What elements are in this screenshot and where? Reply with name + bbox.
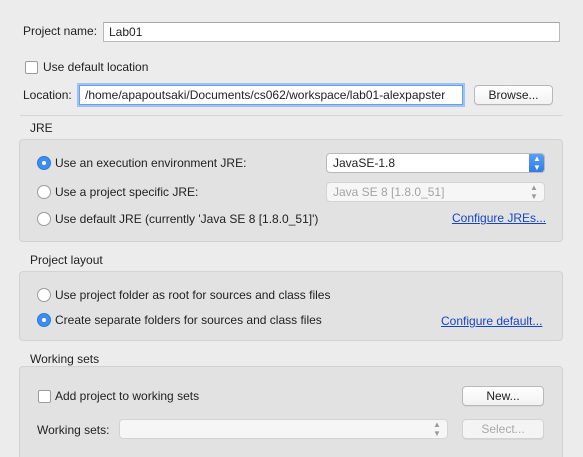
jre-specific-select[interactable]: Java SE 8 [1.8.0_51] ▲ ▼ bbox=[326, 182, 545, 202]
working-sets-select[interactable]: ▲ ▼ bbox=[119, 419, 448, 439]
project-layout-group: Use project folder as root for sources a… bbox=[19, 271, 563, 341]
jre-section-title: JRE bbox=[30, 121, 53, 135]
layout-separate-radio[interactable] bbox=[37, 313, 51, 327]
add-to-working-sets-checkbox[interactable] bbox=[38, 390, 51, 403]
layout-root-label: Use project folder as root for sources a… bbox=[55, 288, 331, 302]
project-layout-section-title: Project layout bbox=[30, 253, 103, 267]
location-input[interactable]: /home/apapoutsaki/Documents/cs062/worksp… bbox=[79, 85, 463, 105]
jre-env-select[interactable]: JavaSE-1.8 ▲ ▼ bbox=[326, 153, 545, 173]
divider bbox=[20, 115, 563, 116]
use-default-location-checkbox[interactable] bbox=[25, 61, 38, 74]
jre-default-label: Use default JRE (currently 'Java SE 8 [1… bbox=[55, 212, 319, 226]
jre-specific-radio[interactable] bbox=[37, 185, 51, 199]
jre-default-radio[interactable] bbox=[37, 212, 51, 226]
jre-specific-label: Use a project specific JRE: bbox=[55, 185, 199, 199]
jre-specific-value: Java SE 8 [1.8.0_51] bbox=[333, 185, 445, 199]
chevron-updown-icon: ▲ ▼ bbox=[433, 420, 441, 438]
configure-default-link[interactable]: Configure default... bbox=[441, 313, 542, 329]
jre-env-label: Use an execution environment JRE: bbox=[55, 156, 247, 170]
jre-env-value: JavaSE-1.8 bbox=[333, 156, 396, 170]
add-to-working-sets-label: Add project to working sets bbox=[55, 389, 200, 403]
working-sets-label: Working sets: bbox=[37, 423, 110, 437]
working-sets-section-title: Working sets bbox=[30, 352, 100, 366]
select-working-sets-button[interactable]: Select... bbox=[462, 419, 544, 439]
project-name-input[interactable]: Lab01 bbox=[103, 22, 560, 42]
chevron-updown-icon: ▲ ▼ bbox=[529, 154, 544, 172]
jre-group: Use an execution environment JRE: JavaSE… bbox=[19, 139, 563, 242]
new-working-set-button[interactable]: New... bbox=[462, 386, 544, 406]
project-name-label: Project name: bbox=[23, 24, 98, 38]
configure-jres-link[interactable]: Configure JREs... bbox=[452, 210, 546, 226]
layout-separate-label: Create separate folders for sources and … bbox=[55, 313, 322, 327]
chevron-updown-icon: ▲ ▼ bbox=[530, 183, 538, 201]
use-default-location-label: Use default location bbox=[43, 60, 149, 74]
jre-env-radio[interactable] bbox=[37, 156, 51, 170]
layout-root-radio[interactable] bbox=[37, 288, 51, 302]
working-sets-group: Add project to working sets New... Worki… bbox=[19, 366, 563, 457]
browse-button[interactable]: Browse... bbox=[474, 85, 553, 105]
location-label: Location: bbox=[23, 88, 72, 102]
